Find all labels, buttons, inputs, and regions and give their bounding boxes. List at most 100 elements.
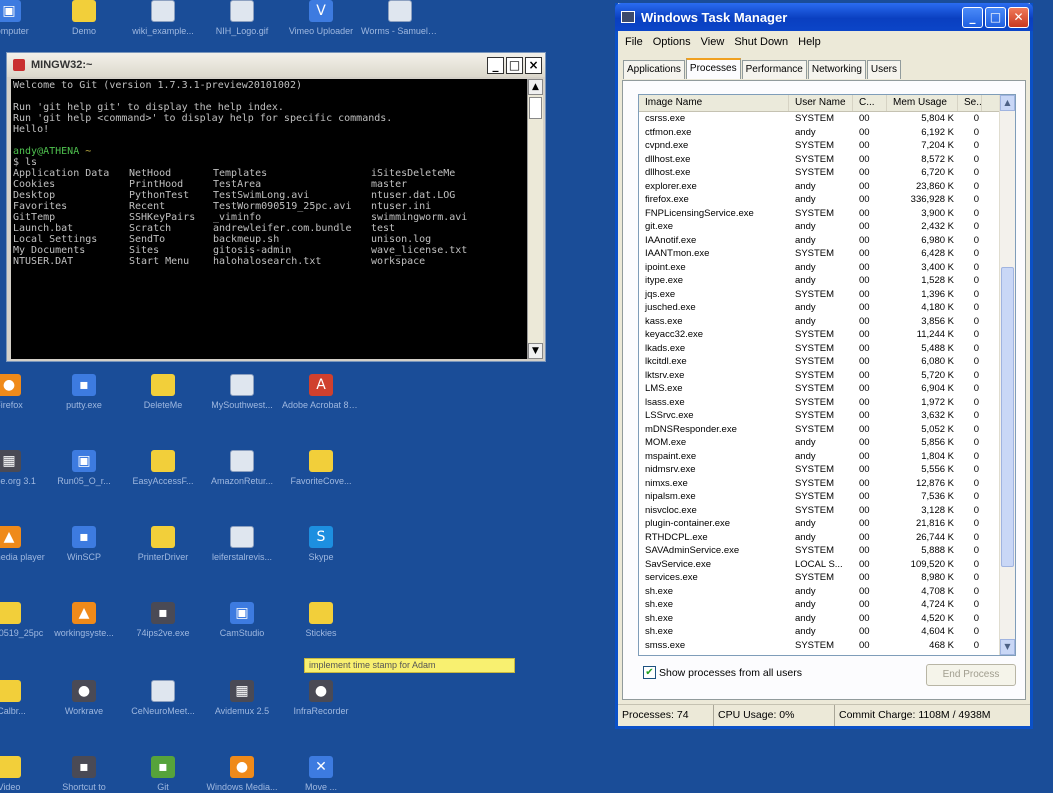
minimize-button[interactable]: _ (487, 56, 504, 74)
process-row[interactable]: firefox.exe andy 00 336,928 K 0 (639, 193, 1015, 207)
process-row[interactable]: smss.exe SYSTEM 00 468 K 0 (639, 639, 1015, 653)
menu-help[interactable]: Help (793, 36, 826, 48)
process-row[interactable]: sh.exe andy 00 4,708 K 0 (639, 585, 1015, 599)
desktop-shortcut[interactable]: ▣ Computer (0, 0, 48, 37)
desktop-shortcut[interactable]: DeleteMe (124, 374, 202, 411)
desktop-shortcut[interactable]: ● InfraRecorder (282, 680, 360, 717)
tab-processes[interactable]: Processes (685, 58, 741, 79)
process-row[interactable]: RTHDCPL.exe andy 00 26,744 K 0 (639, 531, 1015, 545)
process-row[interactable]: jusched.exe andy 00 4,180 K 0 (639, 301, 1015, 315)
desktop-shortcut[interactable]: A Adobe Acrobat 8 Professional (282, 374, 360, 411)
process-row[interactable]: sh.exe andy 00 4,520 K 0 (639, 612, 1015, 626)
process-row[interactable]: dllhost.exe SYSTEM 00 6,720 K 0 (639, 166, 1015, 180)
desktop-shortcut[interactable]: PrinterDriver (124, 526, 202, 563)
maximize-button[interactable]: □ (985, 6, 1006, 28)
process-row[interactable]: ctfmon.exe andy 00 6,192 K 0 (639, 126, 1015, 140)
process-list-scrollbar[interactable]: ▲ ▼ (999, 95, 1015, 655)
desktop-shortcut[interactable]: ▦ Avidemux 2.5 (203, 680, 281, 717)
column-mem-usage[interactable]: Mem Usage (887, 95, 958, 111)
desktop-shortcut[interactable]: ● Windows Media... (203, 756, 281, 793)
process-list[interactable]: Image Name User Name C... Mem Usage Se..… (638, 94, 1016, 656)
process-row[interactable]: git.exe andy 00 2,432 K 0 (639, 220, 1015, 234)
close-button[interactable]: × (525, 56, 542, 74)
desktop-shortcut[interactable]: NIH_Logo.gif (203, 0, 281, 37)
terminal-scrollbar[interactable]: ▲ ▼ (527, 79, 543, 359)
desktop-shortcut[interactable]: Stickies (282, 602, 360, 639)
column-session[interactable]: Se... (958, 95, 982, 111)
process-row[interactable]: ipoint.exe andy 00 3,400 K 0 (639, 261, 1015, 275)
process-row[interactable]: plugin-container.exe andy 00 21,816 K 0 (639, 517, 1015, 531)
minimize-button[interactable]: _ (962, 6, 983, 28)
desktop-shortcut[interactable]: Video (0, 756, 48, 793)
desktop-shortcut[interactable]: ✕ Move ... (282, 756, 360, 793)
desktop-shortcut[interactable]: ▣ CamStudio (203, 602, 281, 639)
desktop-shortcut[interactable]: Demo (45, 0, 123, 37)
desktop-shortcut[interactable]: TW090519_25pc (0, 602, 48, 639)
process-row[interactable]: services.exe SYSTEM 00 8,980 K 0 (639, 571, 1015, 585)
process-row[interactable]: itype.exe andy 00 1,528 K 0 (639, 274, 1015, 288)
tab-applications[interactable]: Applications (623, 60, 685, 79)
end-process-button[interactable]: End Process (926, 664, 1016, 686)
process-row[interactable]: nisvcloc.exe SYSTEM 00 3,128 K 0 (639, 504, 1015, 518)
menu-shut-down[interactable]: Shut Down (729, 36, 793, 48)
process-row[interactable]: FNPLicensingService.exe SYSTEM 00 3,900 K 0 (639, 207, 1015, 221)
task-manager-titlebar[interactable]: Windows Task Manager _ □ ✕ (615, 3, 1033, 31)
desktop-shortcut[interactable]: ● Firefox (0, 374, 48, 411)
process-row[interactable]: dllhost.exe SYSTEM 00 8,572 K 0 (639, 153, 1015, 167)
desktop-shortcut[interactable]: ▪ 74ips2ve.exe (124, 602, 202, 639)
menu-options[interactable]: Options (648, 36, 696, 48)
process-row[interactable]: kass.exe andy 00 3,856 K 0 (639, 315, 1015, 329)
process-row[interactable]: nimxs.exe SYSTEM 00 12,876 K 0 (639, 477, 1015, 491)
process-row[interactable]: LSSrvc.exe SYSTEM 00 3,632 K 0 (639, 409, 1015, 423)
close-button[interactable]: ✕ (1008, 6, 1029, 28)
process-row[interactable]: lktsrv.exe SYSTEM 00 5,720 K 0 (639, 369, 1015, 383)
tab-performance[interactable]: Performance (741, 60, 807, 79)
process-row[interactable]: IAAnotif.exe andy 00 6,980 K 0 (639, 234, 1015, 248)
process-row[interactable]: csrss.exe SYSTEM 00 5,804 K 0 (639, 112, 1015, 126)
column-cpu[interactable]: C... (853, 95, 887, 111)
desktop-shortcut[interactable]: ▪ Shortcut to (45, 756, 123, 793)
show-all-users-option[interactable]: ✔ Show processes from all users (643, 666, 802, 679)
scroll-down-button[interactable]: ▼ (528, 343, 543, 359)
desktop-shortcut[interactable]: MySouthwest... (203, 374, 281, 411)
process-row[interactable]: SavService.exe LOCAL S... 00 109,520 K 0 (639, 558, 1015, 572)
process-row[interactable]: mspaint.exe andy 00 1,804 K 0 (639, 450, 1015, 464)
process-row[interactable]: MOM.exe andy 00 5,856 K 0 (639, 436, 1015, 450)
menu-file[interactable]: File (620, 36, 648, 48)
mingw-titlebar[interactable]: MINGW32:~ _ □ × (7, 53, 545, 77)
process-row[interactable]: IAANTmon.exe SYSTEM 00 6,428 K 0 (639, 247, 1015, 261)
desktop-shortcut[interactable]: CeNeuroMeet... (124, 680, 202, 717)
process-row[interactable]: lkads.exe SYSTEM 00 5,488 K 0 (639, 342, 1015, 356)
desktop-shortcut[interactable]: ▪ putty.exe (45, 374, 123, 411)
menu-view[interactable]: View (696, 36, 730, 48)
desktop-shortcut[interactable]: ▪ WinSCP (45, 526, 123, 563)
show-all-users-checkbox[interactable]: ✔ (643, 666, 656, 679)
column-user-name[interactable]: User Name (789, 95, 853, 111)
task-manager-window[interactable]: Windows Task Manager _ □ ✕ File Options … (615, 3, 1033, 729)
desktop-shortcut[interactable]: wiki_example... (124, 0, 202, 37)
desktop-shortcut[interactable]: ▣ Run05_O_r... (45, 450, 123, 487)
scroll-up-button[interactable]: ▲ (528, 79, 543, 95)
scroll-up-button[interactable]: ▲ (1000, 95, 1015, 111)
desktop-shortcut[interactable]: S Skype (282, 526, 360, 563)
mingw-terminal-window[interactable]: MINGW32:~ _ □ × Welcome to Git (version … (6, 52, 546, 362)
desktop-shortcut[interactable]: Worms - Samuel L... (361, 0, 439, 37)
tab-users[interactable]: Users (866, 60, 902, 79)
process-row[interactable]: lsass.exe SYSTEM 00 1,972 K 0 (639, 396, 1015, 410)
desktop-shortcut[interactable]: EasyAccessF... (124, 450, 202, 487)
process-row[interactable]: nipalsm.exe SYSTEM 00 7,536 K 0 (639, 490, 1015, 504)
desktop-shortcut[interactable]: ▲ VLC media player (0, 526, 48, 563)
process-row[interactable]: cvpnd.exe SYSTEM 00 7,204 K 0 (639, 139, 1015, 153)
process-row[interactable]: explorer.exe andy 00 23,860 K 0 (639, 180, 1015, 194)
process-row[interactable]: lkcitdl.exe SYSTEM 00 6,080 K 0 (639, 355, 1015, 369)
process-row[interactable]: keyacc32.exe SYSTEM 00 11,244 K 0 (639, 328, 1015, 342)
scroll-down-button[interactable]: ▼ (1000, 639, 1015, 655)
desktop-shortcut[interactable]: AmazonRetur... (203, 450, 281, 487)
process-row[interactable]: mDNSResponder.exe SYSTEM 00 5,052 K 0 (639, 423, 1015, 437)
process-row[interactable]: nidmsrv.exe SYSTEM 00 5,556 K 0 (639, 463, 1015, 477)
desktop-shortcut[interactable]: ▲ workingsyste... (45, 602, 123, 639)
desktop-shortcut[interactable]: ▪ Git (124, 756, 202, 793)
desktop-shortcut[interactable]: 3Calbr... (0, 680, 48, 717)
desktop-shortcut[interactable]: ▦ Office.org 3.1 (0, 450, 48, 487)
maximize-button[interactable]: □ (506, 56, 523, 74)
